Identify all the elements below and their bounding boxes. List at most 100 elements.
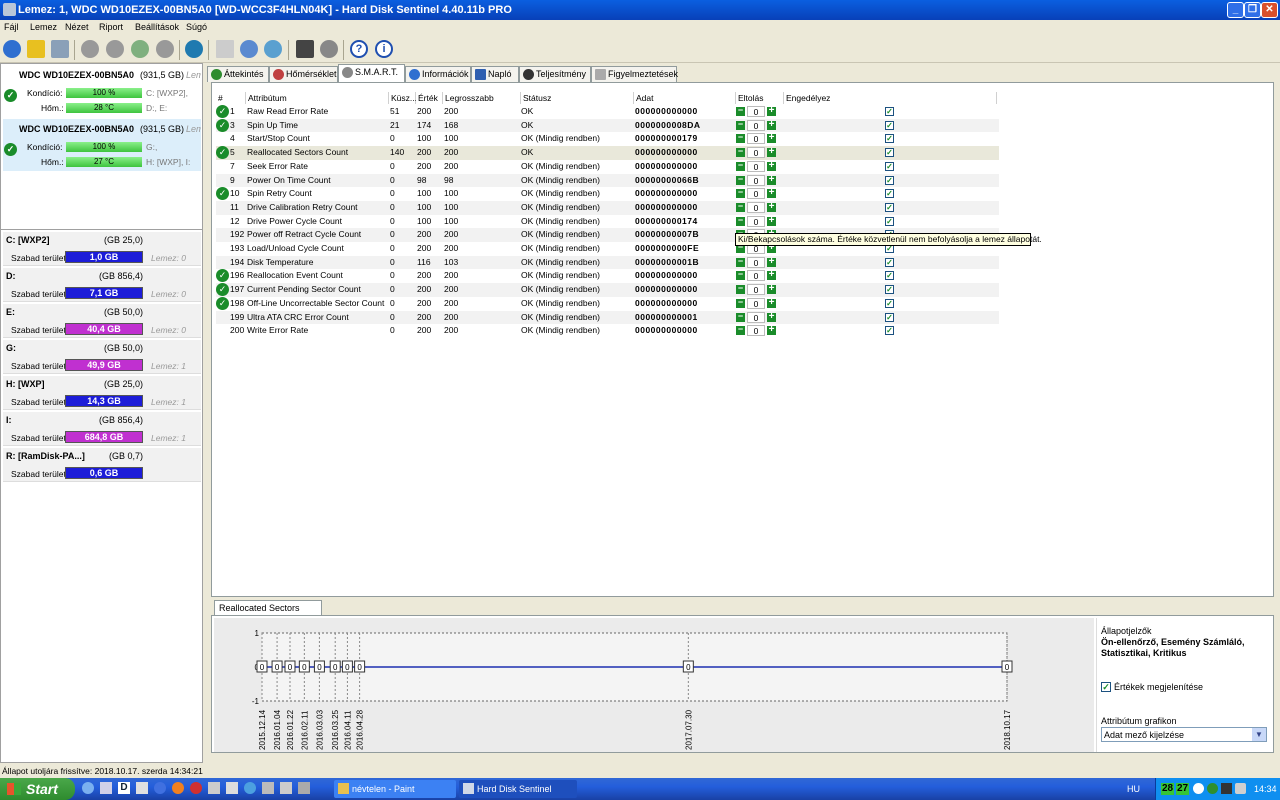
decrease-offset-button[interactable]: − <box>736 147 745 158</box>
enable-checkbox[interactable]: ✓ <box>885 202 894 212</box>
quick-launch-icon[interactable] <box>262 782 274 794</box>
disk-item-selected[interactable]: WDC WD10EZEX-00BN5A0 (931,5 GB) Lem ✓ Ko… <box>3 119 201 171</box>
network-icon[interactable] <box>264 40 282 58</box>
increase-offset-button[interactable]: + <box>767 284 776 295</box>
offset-value[interactable]: 0 <box>747 284 765 296</box>
enable-checkbox[interactable]: ✓ <box>885 257 894 267</box>
close-button[interactable]: ✕ <box>1261 2 1278 18</box>
disk-item[interactable]: WDC WD10EZEX-00BN5A0 (931,5 GB) Lem ✓ Ko… <box>3 65 201 117</box>
tray-icon[interactable] <box>1207 783 1218 794</box>
maximize-button[interactable]: ❐ <box>1244 2 1261 18</box>
quick-launch-icon[interactable] <box>298 782 310 794</box>
menu-help[interactable]: Súgó <box>186 22 207 32</box>
menu-report[interactable]: Riport <box>99 22 123 32</box>
table-row[interactable]: 12 Drive Power Cycle Count 0 100 100 OK (Mind… <box>216 215 999 229</box>
column-header[interactable]: Küsz... <box>389 92 417 104</box>
quick-launch-icon[interactable] <box>208 782 220 794</box>
table-row[interactable]: ✓ 1 Raw Read Error Rate 51 200 200 OK 000000000… <box>216 105 999 119</box>
tray-temp-disk1[interactable]: 27 <box>1176 783 1190 795</box>
tab-log[interactable]: Napló <box>471 66 519 82</box>
enable-checkbox[interactable]: ✓ <box>885 175 894 185</box>
clock[interactable]: 14:34 <box>1254 778 1277 800</box>
partition-item[interactable]: H: [WXP] (25,0 GB) Szabad terület 14,3 GB Le… <box>3 376 201 410</box>
quick-launch-icon[interactable] <box>154 782 166 794</box>
increase-offset-button[interactable]: + <box>767 188 776 199</box>
enable-checkbox[interactable]: ✓ <box>885 285 894 295</box>
offset-value[interactable]: 0 <box>747 270 765 282</box>
offset-value[interactable]: 0 <box>747 201 765 213</box>
enable-checkbox[interactable]: ✓ <box>885 107 894 116</box>
offset-value[interactable]: 0 <box>747 119 765 131</box>
enable-checkbox[interactable]: ✓ <box>885 271 894 281</box>
quick-launch-icon[interactable] <box>136 782 148 794</box>
disk-info-icon[interactable] <box>51 40 69 58</box>
table-row[interactable]: 11 Drive Calibration Retry Count 0 100 100 OK… <box>216 200 999 215</box>
table-row[interactable]: 194 Disk Temperature 0 116 103 OK (Mindig ren… <box>216 255 999 270</box>
offset-value[interactable]: 0 <box>747 133 765 145</box>
column-header[interactable]: Státusz <box>521 92 634 104</box>
enable-checkbox[interactable]: ✓ <box>885 216 894 226</box>
tab-overview[interactable]: Áttekintés <box>207 66 269 82</box>
test-icon[interactable] <box>81 40 99 58</box>
table-row[interactable]: ✓ 10 Spin Retry Count 0 100 100 OK (Mindig ren… <box>216 187 999 201</box>
increase-offset-button[interactable]: + <box>767 160 776 171</box>
quick-launch-icon[interactable] <box>190 782 202 794</box>
sync-icon[interactable] <box>240 40 258 58</box>
offset-value[interactable]: 0 <box>747 174 765 186</box>
increase-offset-button[interactable]: + <box>767 201 776 212</box>
column-header[interactable]: Adat <box>634 92 736 104</box>
menu-settings[interactable]: Beállítások <box>135 22 179 32</box>
tray-icon[interactable] <box>1193 783 1204 794</box>
quick-launch-icon[interactable] <box>226 782 238 794</box>
offset-value[interactable]: 0 <box>747 215 765 227</box>
about-icon[interactable]: i <box>375 40 393 58</box>
tools-icon[interactable] <box>156 40 174 58</box>
tab-reallocated-sectors-chart[interactable]: Reallocated Sectors Count <box>214 600 322 627</box>
partition-item[interactable]: R: [RamDisk-PA...] (0,7 GB) Szabad terület… <box>3 448 201 482</box>
menu-disk[interactable]: Lemez <box>30 22 57 32</box>
offset-value[interactable]: 0 <box>747 188 765 200</box>
decrease-offset-button[interactable]: − <box>736 174 745 185</box>
settings-icon[interactable] <box>320 40 338 58</box>
menu-file[interactable]: Fájl <box>4 22 19 32</box>
table-row[interactable]: 7 Seek Error Rate 0 200 200 OK (Mindig rendbe… <box>216 160 999 174</box>
decrease-offset-button[interactable]: − <box>736 201 745 212</box>
monitor-icon[interactable] <box>296 40 314 58</box>
table-row[interactable]: 9 Power On Time Count 0 98 98 OK (Mindig rend… <box>216 173 999 188</box>
increase-offset-button[interactable]: + <box>767 147 776 158</box>
enable-checkbox[interactable]: ✓ <box>885 120 894 130</box>
start-button[interactable]: Start <box>0 778 75 800</box>
refresh-icon[interactable] <box>3 40 21 58</box>
offset-value[interactable]: 0 <box>747 160 765 172</box>
increase-offset-button[interactable]: + <box>767 325 776 336</box>
column-header[interactable]: Engedélyez <box>784 92 997 104</box>
increase-offset-button[interactable]: + <box>767 297 776 308</box>
chevron-down-icon[interactable]: ▼ <box>1252 728 1266 741</box>
increase-offset-button[interactable]: + <box>767 119 776 130</box>
help-icon[interactable]: ? <box>350 40 368 58</box>
taskbar-item-paint[interactable]: névtelen - Paint <box>334 780 456 798</box>
decrease-offset-button[interactable]: − <box>736 256 745 267</box>
globe-icon[interactable] <box>185 40 203 58</box>
partition-item[interactable]: D: (856,4 GB) Szabad terület 7,1 GB Lemez: 0 <box>3 268 201 302</box>
enable-checkbox[interactable]: ✓ <box>885 161 894 171</box>
increase-offset-button[interactable]: + <box>767 133 776 144</box>
increase-offset-button[interactable]: + <box>767 174 776 185</box>
enable-checkbox[interactable]: ✓ <box>885 148 894 158</box>
decrease-offset-button[interactable]: − <box>736 215 745 226</box>
enable-checkbox[interactable]: ✓ <box>885 189 894 199</box>
document-icon[interactable] <box>216 40 234 58</box>
offset-value[interactable]: 0 <box>747 106 765 117</box>
quick-launch-icon[interactable] <box>82 782 94 794</box>
tray-icon[interactable] <box>1221 783 1232 794</box>
quick-launch-icon[interactable] <box>244 782 256 794</box>
partition-item[interactable]: I: (856,4 GB) Szabad terület 684,8 GB Lemez:… <box>3 412 201 446</box>
table-row[interactable]: 200 Write Error Rate 0 200 200 OK (Mindig ren… <box>216 324 999 338</box>
tab-performance[interactable]: Teljesítmény <box>519 66 591 82</box>
quick-launch-icon[interactable]: D <box>118 782 130 794</box>
show-values-checkbox[interactable]: ✓ <box>1101 682 1111 692</box>
table-row[interactable]: 4 Start/Stop Count 0 100 100 OK (Mindig rendb… <box>216 132 999 146</box>
warning-icon[interactable] <box>27 40 45 58</box>
column-header[interactable]: Legrosszabb <box>443 92 521 104</box>
tab-alerts[interactable]: Figyelmeztetések <box>591 66 678 82</box>
